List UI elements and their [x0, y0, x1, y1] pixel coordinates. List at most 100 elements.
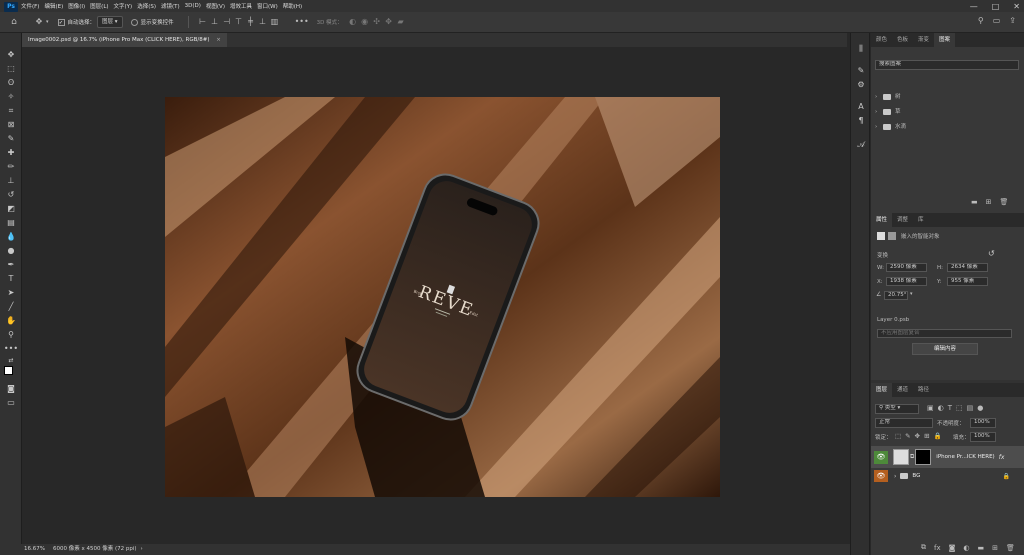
menu-filter[interactable]: 滤镜(T)	[161, 2, 180, 10]
layer-filter-select[interactable]: ⚲ 类型 ▾	[875, 404, 919, 414]
lock-transparency-icon[interactable]: ⬚	[895, 432, 901, 440]
menu-layer[interactable]: 图层(L)	[90, 2, 108, 10]
tab-channels[interactable]: 通道	[892, 383, 913, 397]
move-tool-icon[interactable]: ✥	[3, 49, 19, 60]
edit-contents-button[interactable]: 编辑内容	[912, 343, 978, 355]
x-field[interactable]: 1938 像素	[886, 277, 927, 286]
lock-all-icon[interactable]: 🔒	[934, 432, 942, 440]
new-group-icon[interactable]: ▬	[971, 198, 978, 206]
3d-orbit-icon[interactable]: ◐	[347, 18, 359, 26]
auto-select-checkbox[interactable]: ✓	[57, 18, 65, 26]
history-brush-icon[interactable]: ↺	[3, 189, 19, 200]
healing-brush-icon[interactable]: ✚	[3, 147, 19, 158]
align-top-icon[interactable]: ⊤	[233, 18, 245, 26]
screen-mode-icon[interactable]: ▭	[3, 397, 19, 408]
menu-plugins[interactable]: 增效工具	[230, 2, 252, 10]
more-options-icon[interactable]: •••	[295, 18, 309, 26]
fill-field[interactable]: 100%	[970, 432, 996, 442]
glyphs-icon[interactable]: 𝒜	[854, 139, 868, 151]
crop-tool-icon[interactable]: ⌗	[3, 105, 19, 116]
tab-layers[interactable]: 图层	[871, 383, 893, 397]
adjustments-icon[interactable]: ⚙	[854, 79, 868, 91]
menu-select[interactable]: 选择(S)	[137, 2, 156, 10]
eyedropper-icon[interactable]: ✎	[3, 133, 19, 144]
magic-wand-icon[interactable]: ✧	[3, 91, 19, 102]
menu-edit[interactable]: 编辑(E)	[44, 2, 63, 10]
visibility-eye-icon[interactable]: 👁	[874, 470, 888, 482]
lock-artboard-icon[interactable]: ⊞	[924, 432, 929, 440]
visibility-eye-icon[interactable]: 👁	[874, 450, 888, 464]
layer-mask-thumbnail[interactable]	[915, 449, 932, 465]
lasso-tool-icon[interactable]: ʘ	[3, 77, 19, 88]
delete-icon[interactable]: 🗑	[1006, 544, 1015, 552]
workspace-icon[interactable]: ▭	[993, 17, 1001, 25]
tab-paths[interactable]: 路径	[913, 383, 934, 397]
character-icon[interactable]: A	[854, 101, 868, 113]
zoom-tool-icon[interactable]: ⚲	[3, 329, 19, 340]
pattern-group[interactable]: › 草	[875, 105, 1019, 120]
filter-pixel-icon[interactable]: ▣	[927, 404, 934, 412]
blend-mode-select[interactable]: 正常	[875, 418, 933, 428]
line-tool-icon[interactable]: ╱	[3, 301, 19, 312]
quick-mask-icon[interactable]: ◙	[3, 383, 19, 394]
align-left-icon[interactable]: ⊢	[197, 18, 209, 26]
3d-pan-icon[interactable]: ✣	[371, 18, 383, 26]
layer-name[interactable]: iPhone Pr...ICK HERE)	[936, 454, 994, 460]
brush-settings-icon[interactable]: ✎	[854, 65, 868, 77]
canvas-area[interactable]: REVE Brst Edst	[22, 47, 847, 544]
new-pattern-icon[interactable]: ⊞	[986, 198, 992, 206]
3d-scale-icon[interactable]: ▰	[395, 18, 407, 26]
menu-type[interactable]: 文字(Y)	[114, 2, 133, 10]
menu-file[interactable]: 文件(F)	[21, 2, 39, 10]
path-select-icon[interactable]: ➤	[3, 287, 19, 298]
pen-tool-icon[interactable]: ✒	[3, 259, 19, 270]
add-mask-icon[interactable]: ◙	[949, 544, 956, 552]
tab-color[interactable]: 颜色	[871, 33, 892, 47]
pattern-search-input[interactable]: 搜索图案	[875, 60, 1019, 70]
align-bottom-icon[interactable]: ⊥	[257, 18, 269, 26]
close-tab-icon[interactable]: ×	[216, 37, 221, 43]
tab-adjustments[interactable]: 调整	[892, 213, 913, 227]
tab-patterns[interactable]: 图案	[934, 33, 956, 47]
hand-tool-icon[interactable]: ✋	[3, 315, 19, 326]
align-center-icon[interactable]: ⊥	[209, 18, 221, 26]
reset-transform-icon[interactable]: ↺	[988, 249, 995, 258]
adjustment-layer-icon[interactable]: ◐	[963, 544, 969, 552]
pattern-group[interactable]: › 树	[875, 90, 1019, 105]
filter-smart-icon[interactable]: ▤	[967, 404, 974, 412]
menu-view[interactable]: 视图(V)	[206, 2, 225, 10]
tab-libraries[interactable]: 库	[913, 213, 929, 227]
chevron-down-icon[interactable]: ▾	[46, 19, 49, 25]
new-layer-icon[interactable]: ⊞	[992, 544, 998, 552]
link-layers-icon[interactable]: ⧉	[921, 543, 926, 552]
type-tool-icon[interactable]: T	[3, 273, 19, 284]
expand-chevron-icon[interactable]: ›	[894, 473, 896, 480]
align-middle-icon[interactable]: ╪	[245, 18, 257, 26]
y-field[interactable]: 955 像素	[947, 277, 988, 286]
home-icon[interactable]: ⌂	[8, 17, 20, 27]
distribute-icon[interactable]: ▥	[269, 18, 281, 26]
move-tool-icon[interactable]: ✥	[32, 18, 46, 26]
gradient-tool-icon[interactable]: ▤	[3, 217, 19, 228]
blur-tool-icon[interactable]: 💧	[3, 231, 19, 242]
eraser-tool-icon[interactable]: ◩	[3, 203, 19, 214]
width-field[interactable]: 2590 像素	[886, 263, 927, 272]
paragraph-icon[interactable]: ¶	[854, 115, 868, 127]
document-tab[interactable]: Image0002.psd @ 16.7% (iPhone Pro Max (C…	[22, 33, 227, 47]
show-transform-checkbox[interactable]	[130, 18, 138, 26]
close-icon[interactable]: ✕	[1013, 2, 1020, 11]
angle-dropdown-icon[interactable]: ▾	[910, 291, 913, 297]
layer-row[interactable]: 👁 ⧉ iPhone Pr...ICK HERE) fx	[871, 446, 1024, 468]
share-icon[interactable]: ⇪	[1009, 17, 1016, 25]
layer-comp-select[interactable]: 不应用图层复合	[877, 329, 1012, 338]
filter-type-icon[interactable]: T	[948, 404, 952, 412]
menu-3d[interactable]: 3D(D)	[185, 3, 201, 9]
menu-help[interactable]: 帮助(H)	[283, 2, 302, 10]
layer-row[interactable]: 👁 › BG 🔒	[871, 469, 1024, 483]
foreground-color[interactable]	[4, 366, 13, 375]
document-info[interactable]: 6000 像素 x 4500 像素 (72 ppi)	[53, 544, 137, 555]
filter-adjust-icon[interactable]: ◐	[938, 404, 944, 412]
opacity-field[interactable]: 100%	[970, 418, 996, 428]
filter-shape-icon[interactable]: ⬚	[956, 404, 963, 412]
search-icon[interactable]: ⚲	[978, 17, 984, 25]
